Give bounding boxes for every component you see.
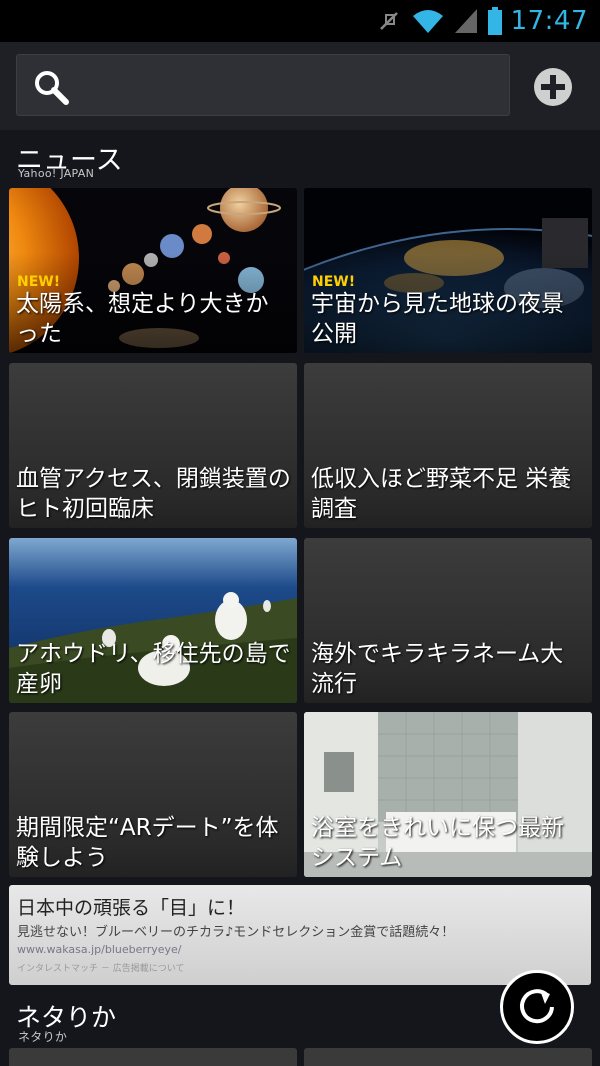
news-tile[interactable]: 浴室をきれいに保つ最新システム	[304, 712, 592, 877]
new-badge: NEW!	[17, 274, 61, 290]
ad-body: 見逃せない！ブルーベリーのチカラ♪モンドセレクション金賞で話題続々！	[17, 925, 455, 940]
ad-banner[interactable]: 日本中の頑張る「目」に！ 見逃せない！ブルーベリーのチカラ♪モンドセレクション金…	[9, 885, 591, 985]
tile-caption: アホウドリ、移住先の島で産卵	[16, 641, 291, 697]
add-button[interactable]	[532, 66, 574, 108]
news-tile[interactable]: 低収入ほど野菜不足 栄養調査	[304, 363, 592, 528]
news-tile[interactable]: アホウドリ、移住先の島で産卵	[9, 538, 297, 703]
section-subtitle-news: Yahoo! JAPAN	[18, 167, 95, 180]
tile-caption: 浴室をきれいに保つ最新システム	[311, 815, 564, 871]
tile-caption: 宇宙から見た地球の夜景公開	[311, 291, 564, 347]
news-tile[interactable]: 期間限定“ARデート”を体験しよう	[9, 712, 297, 877]
search-input[interactable]	[16, 54, 510, 116]
ad-url: www.wakasa.jp/blueberryeye/	[17, 943, 182, 956]
status-bar: 17:47	[0, 0, 600, 42]
news-tile-partial[interactable]	[304, 1048, 592, 1066]
tile-caption: 血管アクセス、閉鎖装置のヒト初回臨床	[16, 466, 291, 522]
refresh-icon	[520, 989, 554, 1024]
battery-icon	[487, 7, 502, 35]
signal-icon	[454, 9, 477, 33]
clock-time: 17:47	[510, 6, 588, 36]
tile-caption: 太陽系、想定より大きかった	[16, 291, 269, 347]
tile-caption: 海外でキラキラネーム大流行	[311, 641, 564, 697]
section-subtitle-netarika: ネタりか	[18, 1030, 68, 1044]
news-tile-partial[interactable]	[9, 1048, 297, 1066]
ad-sponsor: インタレストマッチ － 広告掲載について	[17, 964, 185, 974]
new-badge: NEW!	[312, 274, 356, 290]
news-tile[interactable]: 血管アクセス、閉鎖装置のヒト初回臨床	[9, 363, 297, 528]
news-tile[interactable]: NEW! 太陽系、想定より大きかった	[9, 188, 297, 353]
tile-caption: 低収入ほど野菜不足 栄養調査	[311, 466, 572, 522]
search-icon	[35, 71, 69, 105]
tile-caption: 期間限定“ARデート”を体験しよう	[16, 815, 279, 871]
mute-icon	[379, 12, 398, 30]
refresh-button[interactable]	[500, 970, 574, 1044]
wifi-icon	[412, 10, 443, 33]
news-tile[interactable]: NEW! 宇宙から見た地球の夜景公開	[304, 188, 592, 353]
ad-headline: 日本中の頑張る「目」に！	[17, 897, 246, 919]
news-tile[interactable]: 海外でキラキラネーム大流行	[304, 538, 592, 703]
search-header	[0, 42, 600, 130]
